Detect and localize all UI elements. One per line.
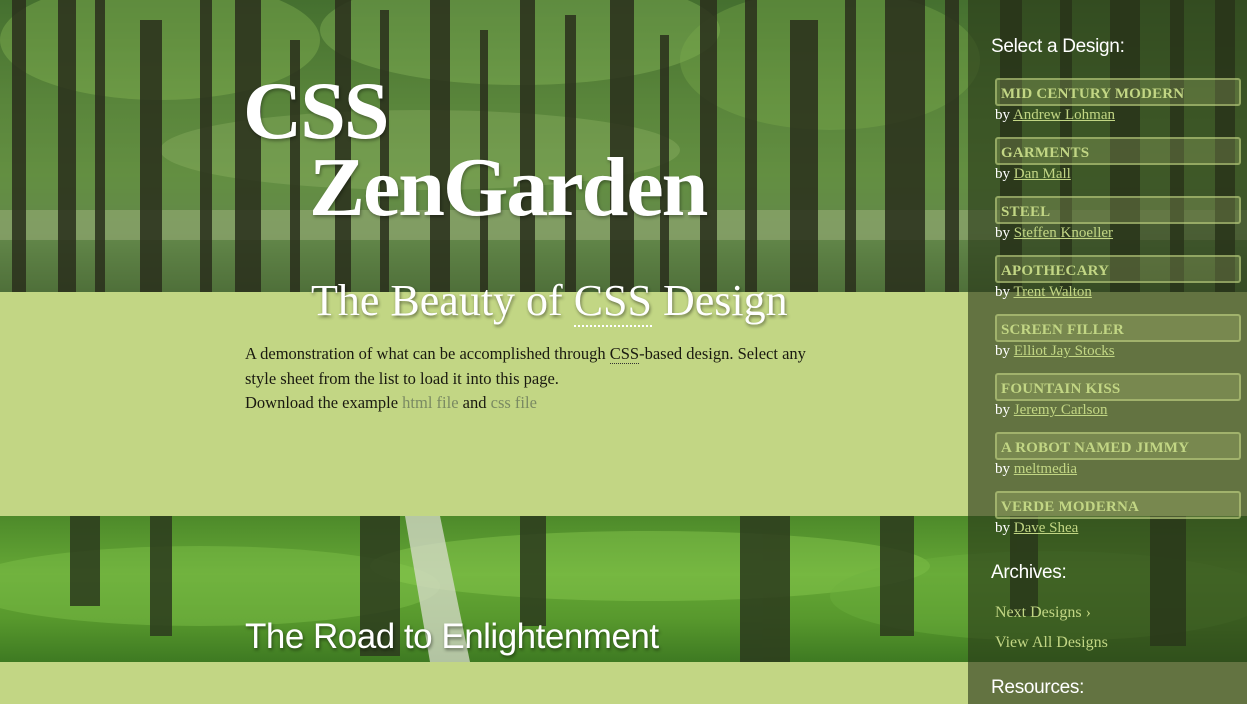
by-label: by	[995, 284, 1014, 300]
designer-link[interactable]: Trent Walton	[1013, 284, 1091, 300]
design-link-steel[interactable]: STEEL	[995, 196, 1241, 224]
designer-link[interactable]: meltmedia	[1014, 461, 1077, 477]
designer-link[interactable]: Dan Mall	[1014, 166, 1071, 182]
design-link-fountain-kiss[interactable]: FOUNTAIN KISS	[995, 373, 1241, 401]
by-label: by	[995, 520, 1014, 536]
design-selection-sidebar: Select a Design: MID CENTURY MODERN by A…	[968, 0, 1247, 704]
design-link-screen-filler[interactable]: SCREEN FILLER	[995, 314, 1241, 342]
tagline-suffix: Design	[652, 275, 788, 325]
html-file-link[interactable]: html file	[402, 393, 458, 412]
designer-link[interactable]: Steffen Knoeller	[1014, 225, 1113, 241]
design-item: APOTHECARY by Trent Walton	[995, 255, 1241, 314]
design-list: MID CENTURY MODERN by Andrew Lohman GARM…	[995, 78, 1241, 550]
by-label: by	[995, 225, 1014, 241]
design-byline: by Dave Shea	[995, 520, 1241, 537]
intro-summary: A demonstration of what can be accomplis…	[245, 342, 835, 416]
design-item: FOUNTAIN KISS by Jeremy Carlson	[995, 373, 1241, 432]
design-byline: by Jeremy Carlson	[995, 402, 1241, 419]
design-link-apothecary[interactable]: APOTHECARY	[995, 255, 1241, 283]
site-logo: CSS ZenGarden	[243, 65, 708, 234]
select-design-heading: Select a Design:	[991, 36, 1125, 57]
and-text: and	[458, 393, 491, 412]
designer-link[interactable]: Dave Shea	[1014, 520, 1079, 536]
design-item: A ROBOT NAMED JIMMY by meltmedia	[995, 432, 1241, 491]
intro-paragraph: A demonstration of what can be accomplis…	[245, 342, 835, 391]
logo-zengarden: ZenGarden	[309, 141, 708, 234]
view-all-designs-link[interactable]: View All Designs	[995, 634, 1108, 652]
design-byline: by Steffen Knoeller	[995, 225, 1241, 242]
intro-text-1: A demonstration of what can be accomplis…	[245, 344, 610, 363]
design-item: STEEL by Steffen Knoeller	[995, 196, 1241, 255]
next-designs-link[interactable]: Next Designs ›	[995, 604, 1091, 622]
intro-css-abbr: CSS	[609, 344, 640, 364]
design-item: MID CENTURY MODERN by Andrew Lohman	[995, 78, 1241, 137]
designer-link[interactable]: Jeremy Carlson	[1014, 402, 1108, 418]
design-byline: by Dan Mall	[995, 166, 1241, 183]
design-byline: by Elliot Jay Stocks	[995, 343, 1241, 360]
download-line: Download the example html file and css f…	[245, 391, 835, 416]
tagline-css-abbr: CSS	[573, 275, 652, 327]
css-file-link[interactable]: css file	[491, 393, 537, 412]
by-label: by	[995, 402, 1014, 418]
road-to-enlightenment-heading: The Road to Enlightenment	[245, 617, 659, 656]
designer-link[interactable]: Elliot Jay Stocks	[1014, 343, 1115, 359]
design-byline: by Andrew Lohman	[995, 107, 1241, 124]
design-item: SCREEN FILLER by Elliot Jay Stocks	[995, 314, 1241, 373]
by-label: by	[995, 166, 1014, 182]
by-label: by	[995, 107, 1013, 123]
download-prefix: Download the example	[245, 393, 403, 412]
design-link-garments[interactable]: GARMENTS	[995, 137, 1241, 165]
archives-heading: Archives:	[991, 562, 1067, 583]
by-label: by	[995, 343, 1014, 359]
designer-link[interactable]: Andrew Lohman	[1013, 107, 1115, 123]
logo-css: CSS	[243, 65, 389, 156]
design-link-a-robot-named-jimmy[interactable]: A ROBOT NAMED JIMMY	[995, 432, 1241, 460]
design-byline: by Trent Walton	[995, 284, 1241, 301]
tagline-prefix: The Beauty of	[311, 275, 574, 325]
design-link-mid-century-modern[interactable]: MID CENTURY MODERN	[995, 78, 1241, 106]
design-item: VERDE MODERNA by Dave Shea	[995, 491, 1241, 550]
zen-garden-page: CSS ZenGarden The Beauty of CSS Design A…	[0, 0, 1247, 704]
design-byline: by meltmedia	[995, 461, 1241, 478]
by-label: by	[995, 461, 1014, 477]
design-item: GARMENTS by Dan Mall	[995, 137, 1241, 196]
lower-band	[0, 662, 968, 704]
resources-heading: Resources:	[991, 677, 1085, 698]
design-link-verde-moderna[interactable]: VERDE MODERNA	[995, 491, 1241, 519]
site-tagline: The Beauty of CSS Design	[311, 275, 788, 327]
